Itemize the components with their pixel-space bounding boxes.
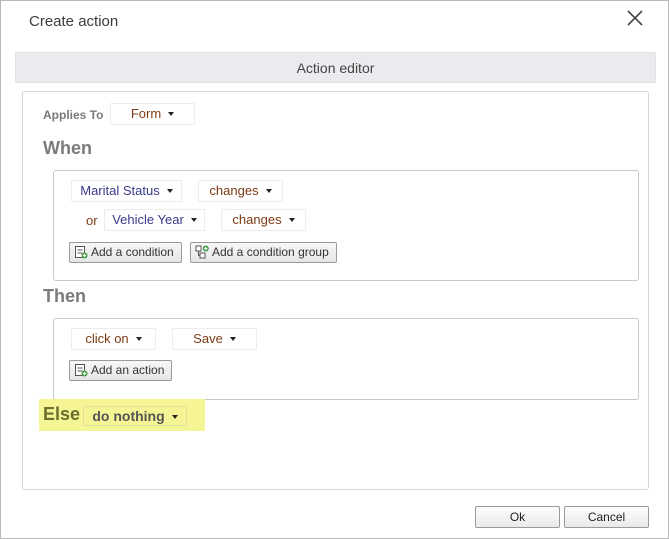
caret-down-icon [171,415,178,419]
when-conditions-box: Marital Status changes or Vehicle Year c… [53,170,639,281]
caret-down-icon [190,218,197,222]
condition-field-dropdown-2[interactable]: Vehicle Year [104,209,205,231]
condition-connector-or: or [86,213,98,228]
caret-down-icon [288,218,295,222]
else-action-dropdown[interactable]: do nothing [83,406,187,426]
condition-field-dropdown-1[interactable]: Marital Status [71,180,182,202]
then-heading: Then [43,286,86,306]
caret-down-icon [135,337,142,341]
condition-field-1: Marital Status [80,183,160,198]
then-actions-box: click on Save Add an action [53,318,639,400]
add-action-button[interactable]: Add an action [69,360,173,381]
add-condition-icon [75,246,88,259]
condition-operator-1: changes [209,183,259,198]
action-editor-panel: Applies To Form When Marital Status chan… [22,91,649,490]
add-action-icon [75,364,88,377]
caret-down-icon [166,189,173,193]
action-verb-dropdown[interactable]: click on [71,328,156,350]
applies-to-value: Form [130,106,162,121]
action-target-dropdown[interactable]: Save [172,328,257,350]
add-action-label: Add an action [91,363,165,377]
action-target: Save [193,331,223,346]
dialog-titlebar: Create action [1,1,668,41]
applies-to-label: Applies To [43,108,104,122]
close-icon[interactable] [623,7,647,31]
action-editor-header: Action editor [15,52,656,83]
ok-button[interactable]: Ok [475,506,560,528]
condition-operator-2: changes [232,212,282,227]
else-action-value: do nothing [92,408,165,424]
add-condition-group-icon [195,245,209,259]
add-condition-button[interactable]: Add a condition [69,242,182,263]
else-heading: Else [43,404,81,424]
caret-down-icon [265,189,272,193]
condition-operator-dropdown-2[interactable]: changes [221,209,306,231]
applies-to-dropdown[interactable]: Form [110,103,195,125]
dialog-title: Create action [29,13,119,30]
condition-operator-dropdown-1[interactable]: changes [198,180,283,202]
add-condition-group-button[interactable]: Add a condition group [190,242,337,263]
condition-field-2: Vehicle Year [112,212,184,227]
cancel-button[interactable]: Cancel [564,506,649,528]
when-heading: When [43,138,92,158]
caret-down-icon [168,112,175,116]
add-condition-label: Add a condition [91,245,174,259]
create-action-dialog: Create action Action editor Applies To F… [0,0,669,539]
caret-down-icon [229,337,236,341]
add-condition-group-label: Add a condition group [212,245,329,259]
action-verb: click on [85,331,129,346]
